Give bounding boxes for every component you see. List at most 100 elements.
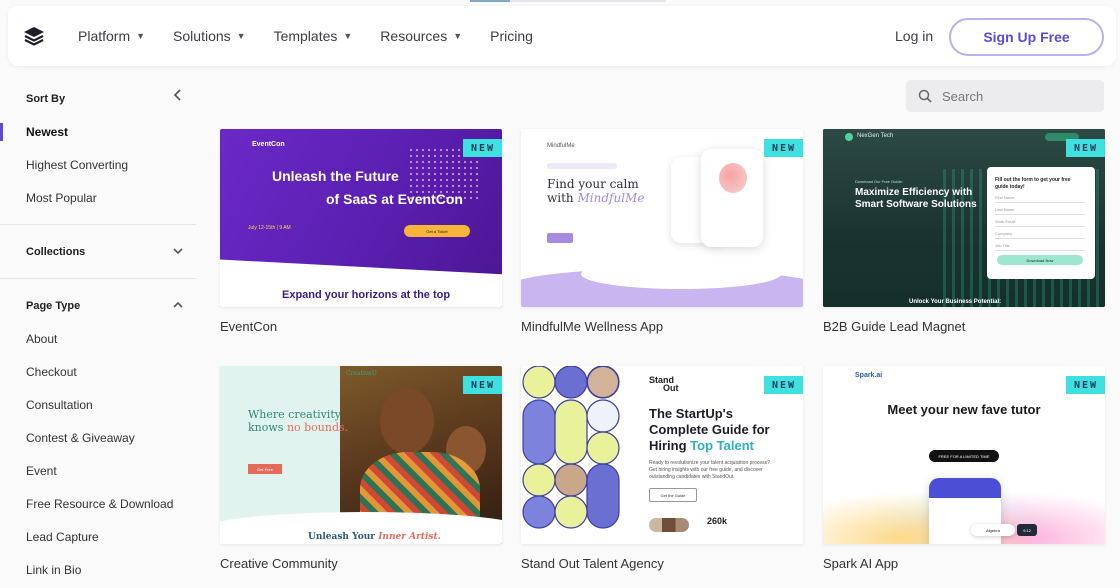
sort-highest-converting[interactable]: Highest Converting — [26, 158, 128, 172]
chevron-up-icon[interactable] — [172, 298, 184, 313]
template-title[interactable]: MindfulMe Wellness App — [521, 319, 803, 334]
collections-heading[interactable]: Collections — [26, 246, 85, 258]
thumb-headline-line: with MindfulMe — [547, 191, 644, 205]
site-header: Platform ▼ Solutions ▼ Templates ▼ Resource… — [8, 6, 1116, 66]
active-indicator — [0, 123, 3, 141]
search-icon — [918, 89, 932, 103]
new-badge: NEW — [462, 139, 502, 157]
caret-down-icon: ▼ — [236, 31, 246, 41]
template-title[interactable]: Stand Out Talent Agency — [521, 556, 803, 571]
collapse-sidebar-icon[interactable] — [172, 88, 182, 105]
search-input[interactable] — [942, 88, 1092, 104]
nav-platform[interactable]: Platform ▼ — [78, 28, 145, 44]
caret-down-icon: ▼ — [453, 31, 463, 41]
thumb-headline: Maximize Efficiency with Smart Software … — [855, 187, 977, 210]
template-thumbnail[interactable]: Spark.ai Meet your new fave tutor FREE F… — [823, 366, 1105, 544]
thumb-form-field: Last Name — [995, 207, 1085, 215]
thumb-stat: 260k — [707, 516, 728, 526]
template-card[interactable]: Spark.ai Meet your new fave tutor FREE F… — [823, 366, 1105, 571]
template-card[interactable]: NexGen Tech Download Our Free Guide: Max… — [823, 129, 1105, 334]
signup-button[interactable]: Sign Up Free — [949, 18, 1104, 56]
nav-label: Pricing — [490, 28, 533, 44]
template-thumbnail[interactable]: Stand Out The StartUp's Complete Guide fo… — [521, 366, 803, 544]
thumb-headline: Unleash the Future of SaaS at EventCon — [272, 165, 463, 211]
nav-solutions[interactable]: Solutions ▼ — [173, 28, 246, 44]
template-thumbnail[interactable]: MindfulMe Find your calm with MindfulMe … — [521, 129, 803, 307]
chevron-down-icon[interactable] — [172, 244, 184, 259]
template-card[interactable]: EventCon Unleash the Future of SaaS at E… — [220, 129, 502, 334]
thumb-headline-accent: Top Talent — [690, 438, 754, 453]
page-type-lead-capture[interactable]: Lead Capture — [26, 530, 99, 544]
thumb-logo: MindfulMe — [547, 143, 575, 149]
thumb-form-field: First Name — [995, 195, 1085, 203]
sort-most-popular[interactable]: Most Popular — [26, 191, 97, 205]
thumb-headline-text: knows — [248, 421, 287, 434]
new-badge: NEW — [462, 376, 502, 394]
nav-pricing[interactable]: Pricing — [490, 28, 533, 44]
nav-resources[interactable]: Resources ▼ — [380, 28, 462, 44]
page-type-checkout[interactable]: Checkout — [26, 365, 77, 379]
thumb-headline: Meet your new fave tutor — [887, 402, 1041, 417]
phone-header — [929, 478, 1001, 498]
new-badge: NEW — [1065, 376, 1105, 394]
thumb-headline-accent: MindfulMe — [577, 191, 645, 205]
page-type-consultation[interactable]: Consultation — [26, 398, 93, 412]
layers-logo-icon[interactable] — [22, 24, 46, 48]
template-title[interactable]: Creative Community — [220, 556, 502, 571]
template-card[interactable]: MindfulMe Find your calm with MindfulMe … — [521, 129, 803, 334]
thumb-headline: Find your calm with MindfulMe — [547, 177, 644, 205]
thumb-photo-person — [380, 388, 434, 454]
template-card[interactable]: Stand Out The StartUp's Complete Guide fo… — [521, 366, 803, 571]
template-thumbnail[interactable]: EventCon Unleash the Future of SaaS at E… — [220, 129, 502, 307]
template-thumbnail[interactable]: NexGen Tech Download Our Free Guide: Max… — [823, 129, 1105, 307]
thumb-button: Get Free — [248, 464, 282, 474]
thumb-headline-line: Find your calm — [547, 177, 639, 191]
thumb-headline: The StartUp's Complete Guide for Hiring … — [649, 406, 770, 454]
thumb-logo: Spark.ai — [855, 372, 883, 379]
page-type-about[interactable]: About — [26, 332, 57, 346]
thumb-headline-accent: no bounds. — [286, 421, 349, 434]
thumb-headline-line: Hiring Top Talent — [649, 438, 770, 454]
nav-templates[interactable]: Templates ▼ — [274, 28, 353, 44]
template-title[interactable]: B2B Guide Lead Magnet — [823, 319, 1105, 334]
thumb-button: Get a Ticket — [404, 225, 470, 237]
main-nav: Platform ▼ Solutions ▼ Templates ▼ Resource… — [78, 6, 561, 66]
nav-label: Templates — [273, 28, 338, 44]
thumb-logo: EventCon — [252, 141, 285, 148]
thumb-headline-line: knows no bounds. — [248, 421, 348, 434]
search-box[interactable] — [906, 80, 1104, 112]
thumb-form-field: Work Email — [995, 219, 1085, 227]
thumb-chip: Algebra — [971, 524, 1015, 536]
thumb-button — [547, 233, 573, 243]
login-link[interactable]: Log in — [895, 28, 933, 44]
sort-newest[interactable]: Newest — [26, 125, 68, 139]
thumb-body: Ready to revolutionize your talent acqui… — [649, 460, 770, 480]
caret-down-icon: ▼ — [343, 31, 353, 41]
template-thumbnail[interactable]: CreativeU Where creativity knows no boun… — [220, 366, 502, 544]
template-title[interactable]: EventCon — [220, 319, 502, 334]
brand-dot — [845, 133, 853, 141]
thumb-kicker: Download Our Free Guide: — [855, 179, 903, 184]
template-title[interactable]: Spark AI App — [823, 556, 1105, 571]
page-type-free-resource[interactable]: Free Resource & Download — [26, 497, 173, 511]
sidebar-divider — [0, 278, 196, 279]
thumb-headline-line: Complete Guide for — [649, 422, 770, 437]
caret-down-icon: ▼ — [136, 31, 146, 41]
thumb-headline-line: of SaaS at EventCon — [326, 191, 463, 207]
page-type-event[interactable]: Event — [26, 464, 57, 478]
thumb-footer: Unlock Your Business Potential: — [909, 299, 1002, 305]
nav-label: Solutions — [173, 28, 231, 44]
thumb-form-field: Job Title — [995, 243, 1085, 251]
page-type-contest[interactable]: Contest & Giveaway — [26, 431, 135, 445]
thumb-date: July 12-15th | 9 AM — [248, 225, 291, 231]
page-type-link-in-bio[interactable]: Link in Bio — [26, 563, 81, 577]
page-type-heading[interactable]: Page Type — [26, 300, 80, 312]
thumb-footer: Expand your horizons at the top — [282, 289, 451, 301]
thumb-headline-text: with — [547, 191, 578, 205]
thumb-footer-text: Unleash Your — [308, 532, 379, 542]
thumb-logo: CreativeU — [346, 370, 377, 377]
wave-shape — [581, 259, 781, 289]
thumb-form: Fill out the form to get your free guide… — [987, 167, 1095, 279]
thumb-chip: 9:12 — [1017, 524, 1037, 536]
template-card[interactable]: CreativeU Where creativity knows no boun… — [220, 366, 502, 571]
